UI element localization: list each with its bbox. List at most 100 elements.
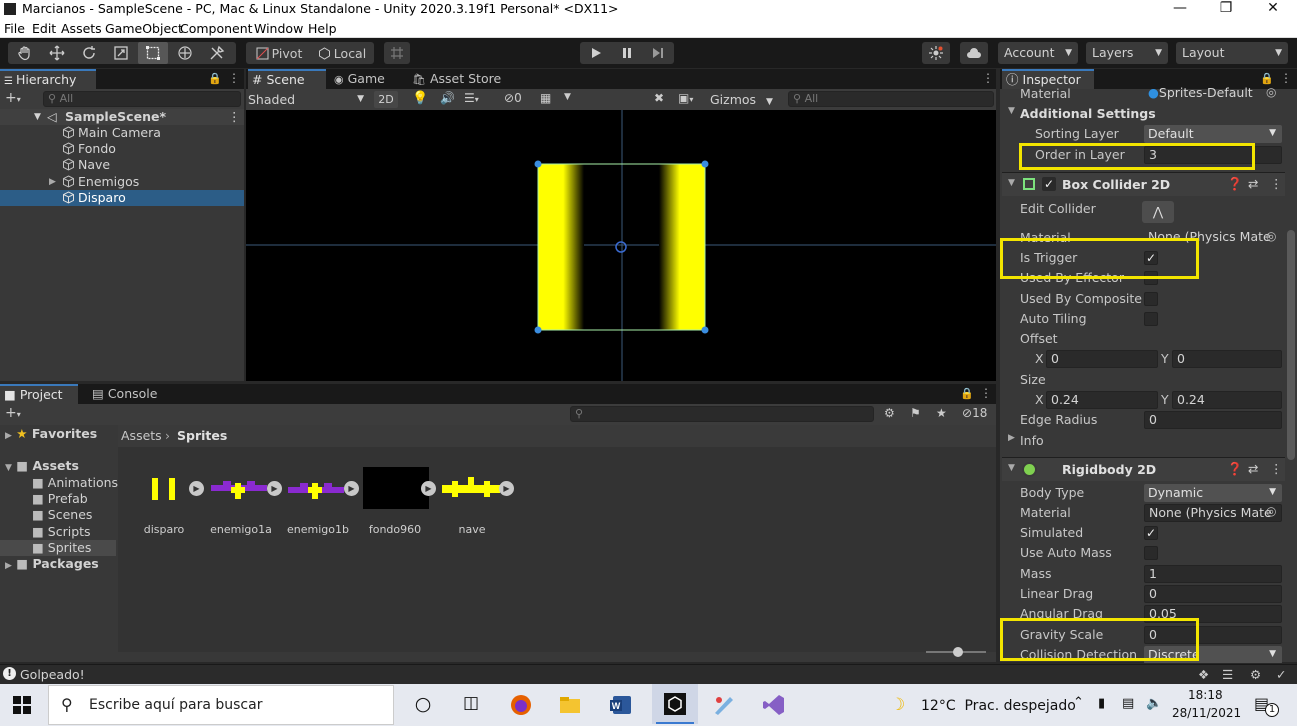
collider-material-field[interactable]: None (Physics Mate [1144, 229, 1282, 247]
windows-start-icon[interactable] [13, 696, 31, 714]
asset-enemigo1b[interactable]: ▶ enemigo1b [282, 465, 359, 536]
tab-project[interactable]: ■ Project [0, 384, 78, 404]
rb-material-field[interactable]: None (Physics Mate [1144, 504, 1282, 522]
grid-icon[interactable]: ▦ [540, 91, 551, 105]
weather-text[interactable]: 12°C Prac. despejado [921, 698, 1076, 714]
step-icon[interactable] [642, 42, 673, 64]
use-auto-mass-checkbox[interactable] [1144, 546, 1158, 560]
menu-edit[interactable]: Edit [32, 21, 56, 36]
object-picker-icon[interactable]: ◎ [1266, 85, 1276, 99]
folder-scenes[interactable]: ■ Scenes [32, 507, 92, 522]
asset-fondo960[interactable]: ▶ fondo960 [359, 465, 436, 536]
pause-icon[interactable] [611, 42, 642, 64]
folder-animations[interactable]: ■ Animations [32, 475, 118, 490]
menu-component[interactable]: Component [180, 21, 253, 36]
component-menu-icon[interactable]: ⋮ [1270, 176, 1283, 191]
chevron-up-icon[interactable]: ⌃ [1073, 695, 1084, 710]
more-options-icon[interactable]: ⋮ [228, 71, 240, 85]
order-in-layer-field[interactable]: 3 [1144, 146, 1282, 164]
file-explorer-icon[interactable] [558, 693, 584, 717]
move-tool-icon[interactable] [42, 42, 72, 64]
stack-icon[interactable]: ☰ [1222, 667, 1233, 682]
expand-sprite-icon[interactable]: ▶ [189, 481, 204, 496]
menu-file[interactable]: File [4, 21, 25, 36]
shading-dropdown[interactable]: Shaded ▼ [248, 90, 366, 109]
debug-icon[interactable]: ❖ [1198, 667, 1209, 682]
info-row[interactable]: ▶ Info [1002, 431, 1285, 451]
account-dropdown[interactable]: Account ▼ [998, 42, 1078, 64]
breadcrumb-sprites[interactable]: Sprites [177, 428, 227, 443]
lock-icon[interactable]: 🔒 [208, 72, 222, 85]
tools-icon[interactable]: ✖ [654, 91, 664, 105]
status-message[interactable]: Golpeado! [20, 667, 85, 682]
offset-x-field[interactable]: 0 [1046, 350, 1158, 368]
clock-date[interactable]: 28/11/2021 [1172, 706, 1241, 720]
presets-icon[interactable]: ⇄ [1248, 176, 1258, 191]
zoom-slider-thumb[interactable] [953, 647, 963, 657]
close-button[interactable]: ✕ [1250, 0, 1296, 19]
angular-drag-field[interactable]: 0.05 [1144, 605, 1282, 623]
hierarchy-item-fondo[interactable]: Fondo [0, 141, 244, 157]
camera-icon[interactable]: ▣▾ [678, 91, 693, 105]
lock-icon[interactable]: 🔒 [960, 387, 974, 400]
edit-collider-button[interactable]: ⋀ [1142, 201, 1174, 223]
help-icon[interactable]: ❓ [1227, 176, 1243, 192]
presets-icon[interactable]: ⇄ [1248, 461, 1258, 476]
unity-taskbar-item[interactable] [652, 684, 698, 724]
expand-sprite-icon[interactable]: ▶ [267, 481, 282, 496]
asset-disparo[interactable]: ▶ disparo [128, 465, 204, 536]
expand-arrow-icon[interactable]: ▶ [49, 174, 56, 190]
mass-field[interactable]: 1 [1144, 565, 1282, 583]
size-y-field[interactable]: 0.24 [1172, 391, 1282, 409]
folder-prefab[interactable]: ■ Prefab [32, 491, 88, 506]
object-picker-icon[interactable]: ◎ [1266, 504, 1276, 518]
favorites-row[interactable]: ▶ ★ Favorites [5, 426, 97, 441]
body-type-dropdown[interactable]: Dynamic ▼ [1144, 484, 1282, 502]
scene-search-input[interactable]: ⚲ All [788, 91, 994, 107]
scene-viewport[interactable] [246, 110, 996, 381]
scene-row[interactable]: ▼ ◁ SampleScene* ⋮ [0, 109, 244, 125]
network-icon[interactable]: ▤ [1122, 696, 1134, 711]
inspector-scrollbar[interactable] [1287, 230, 1295, 460]
more-options-icon[interactable]: ⋮ [980, 386, 992, 400]
effects-icon[interactable]: ☰▾ [464, 91, 479, 105]
folder-sprites[interactable]: ■ Sprites [0, 540, 116, 556]
gizmos-dropdown[interactable]: Gizmos ▼ [710, 91, 773, 108]
expand-sprite-icon[interactable]: ▶ [499, 481, 514, 496]
more-options-icon[interactable]: ⋮ [1280, 71, 1292, 85]
battery-icon[interactable]: ▮ [1098, 696, 1105, 711]
chevron-down-icon[interactable]: ▼ [564, 92, 571, 102]
assets-row[interactable]: ▼ ■ Assets [5, 458, 79, 473]
linear-drag-field[interactable]: 0 [1144, 585, 1282, 603]
hidden-packages-toggle[interactable]: ⊘18 [962, 406, 987, 420]
size-x-field[interactable]: 0.24 [1046, 391, 1158, 409]
offset-y-field[interactable]: 0 [1172, 350, 1282, 368]
component-menu-icon[interactable]: ⋮ [1270, 461, 1283, 476]
taskbar-search-input[interactable]: ⚲ Escribe aquí para buscar [48, 685, 394, 725]
menu-assets[interactable]: Assets [61, 21, 102, 36]
notifications-button[interactable]: ▤ 1 [1254, 694, 1279, 717]
simulated-checkbox[interactable]: ✓ [1144, 526, 1158, 540]
expand-sprite-icon[interactable]: ▶ [421, 481, 436, 496]
project-search-input[interactable]: ⚲ [570, 406, 874, 422]
rect-handle[interactable] [534, 326, 542, 334]
grid-snapping-icon[interactable] [384, 42, 410, 64]
hierarchy-item-main-camera[interactable]: Main Camera [0, 125, 244, 141]
mode-2d-button[interactable]: 2D [374, 91, 398, 108]
asset-nave[interactable]: ▶ nave [436, 465, 514, 536]
menu-window[interactable]: Window [254, 21, 303, 36]
pivot-handle[interactable] [615, 241, 627, 253]
object-picker-icon[interactable]: ◎ [1266, 229, 1276, 243]
cortana-icon[interactable]: ○ [410, 693, 436, 717]
task-view-icon[interactable]: ◫ [458, 693, 484, 717]
hierarchy-item-nave[interactable]: Nave [0, 157, 244, 173]
rect-handle[interactable] [701, 160, 709, 168]
firefox-icon[interactable] [509, 693, 535, 717]
gravity-scale-field[interactable]: 0 [1144, 626, 1282, 644]
add-icon[interactable]: +▾ [5, 90, 21, 106]
more-options-icon[interactable]: ⋮ [982, 71, 994, 85]
menu-help[interactable]: Help [308, 21, 337, 36]
asset-enemigo1a[interactable]: ▶ enemigo1a [205, 465, 282, 536]
layout-dropdown[interactable]: Layout ▼ [1176, 42, 1288, 64]
word-icon[interactable]: W [609, 693, 635, 717]
